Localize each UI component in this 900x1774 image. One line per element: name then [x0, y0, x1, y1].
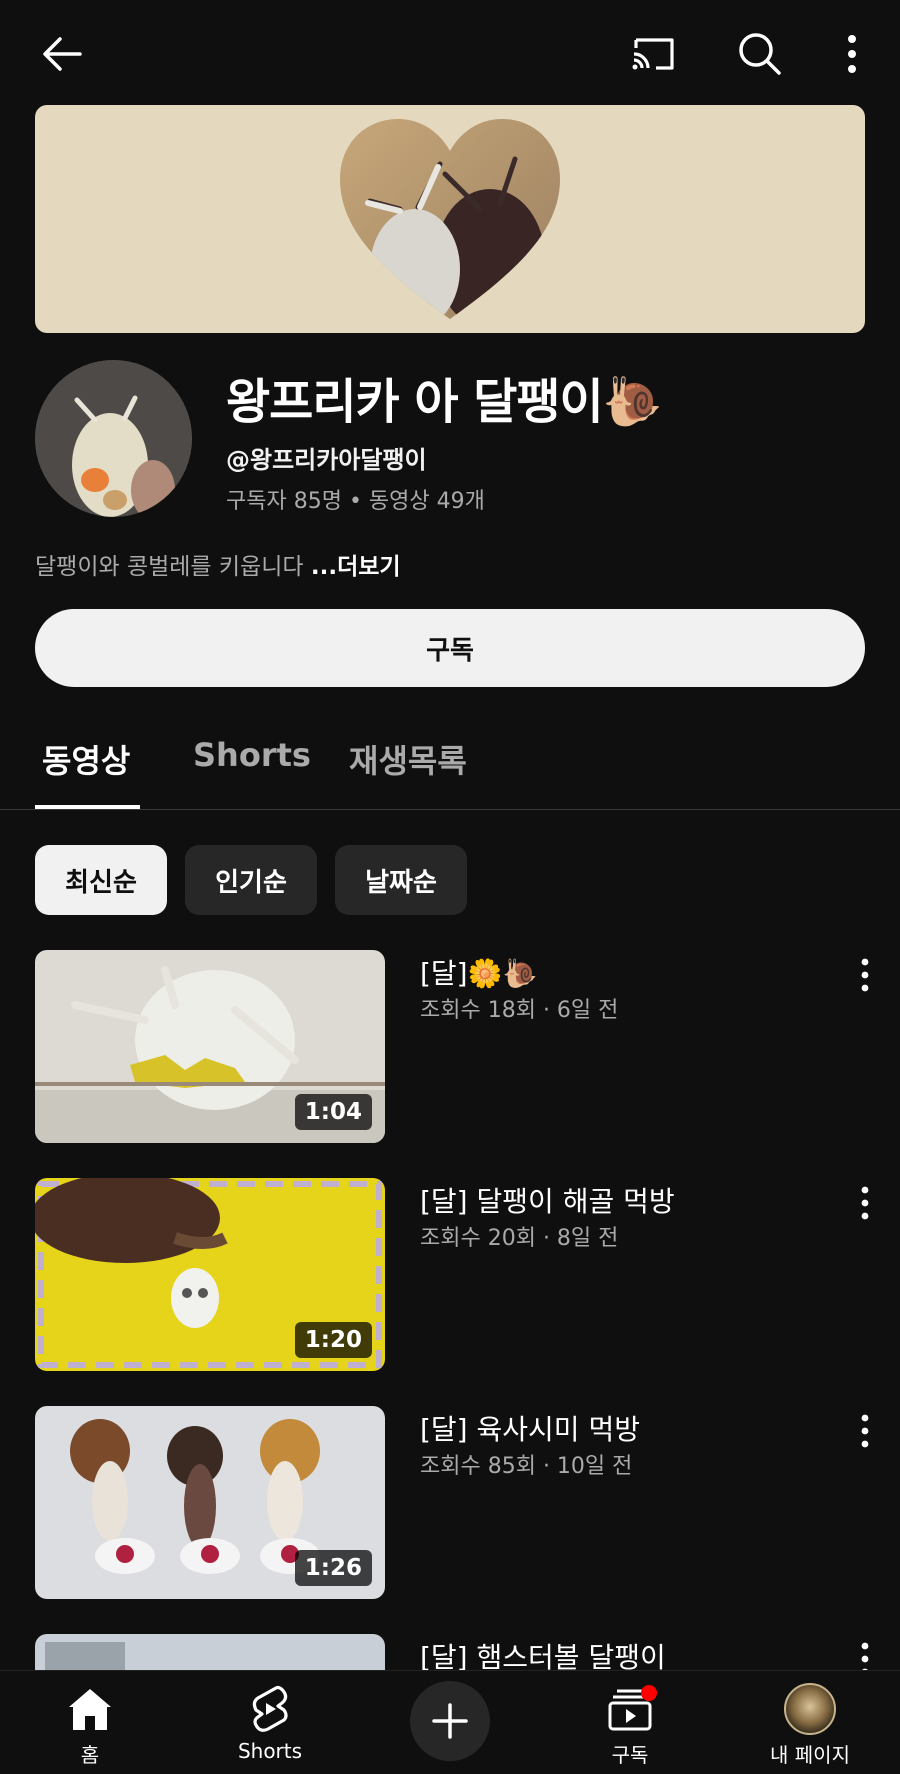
nav-home[interactable]: 홈 [20, 1671, 160, 1774]
description-text: 달팽이와 콩벌레를 키웁니다 [35, 554, 311, 580]
more-vertical-icon [861, 1186, 869, 1220]
arrow-left-icon [43, 37, 82, 71]
video-duration: 1:26 [294, 1550, 372, 1586]
search-icon [739, 33, 781, 75]
nav-shorts-label: Shorts [237, 1739, 303, 1763]
video-thumbnail[interactable]: 1:26 [35, 1406, 385, 1599]
tab-videos[interactable]: 동영상 [42, 736, 130, 782]
plus-icon [432, 1703, 468, 1739]
nav-shorts[interactable]: Shorts [200, 1671, 340, 1774]
channel-handle: @왕프리카아달팽이 [226, 446, 427, 474]
channel-stats: 구독자 85명 • 동영상 49개 [226, 489, 485, 514]
nav-subscriptions[interactable]: 구독 [560, 1671, 700, 1774]
cast-button[interactable] [622, 22, 686, 86]
video-thumbnail[interactable]: 1:20 [35, 1178, 385, 1371]
more-vertical-icon [861, 1414, 869, 1448]
more-options-button[interactable] [820, 22, 884, 86]
chip-popular[interactable]: 인기순 [185, 845, 317, 915]
video-item[interactable]: 1:04 [달]🌼🐌 조회수 18회 · 6일 전 [0, 950, 900, 1146]
nav-subscriptions-label: 구독 [611, 1743, 649, 1767]
video-item[interactable]: 1:20 [달] 달팽이 해골 먹방 조회수 20회 · 8일 전 [0, 1178, 900, 1374]
channel-title: 왕프리카 아 달팽이🐌 [226, 374, 662, 430]
more-vertical-icon [861, 958, 869, 992]
channel-tabs: 동영상 Shorts 재생목록 [0, 720, 900, 810]
tab-shorts[interactable]: Shorts [193, 736, 311, 774]
nav-my-page-label: 내 페이지 [770, 1743, 850, 1767]
video-meta: 조회수 85회 · 10일 전 [420, 1454, 633, 1479]
tab-playlists[interactable]: 재생목록 [349, 736, 467, 782]
channel-description[interactable]: 달팽이와 콩벌레를 키웁니다 ...더보기 [35, 547, 401, 581]
more-link[interactable]: ...더보기 [311, 554, 401, 580]
home-icon [69, 1689, 111, 1730]
video-item[interactable]: 1:26 [달] 육사시미 먹방 조회수 85회 · 10일 전 [0, 1406, 900, 1602]
chip-latest[interactable]: 최신순 [35, 845, 167, 915]
video-more-button[interactable] [850, 950, 880, 1000]
video-thumbnail[interactable]: 1:04 [35, 950, 385, 1143]
snail-avatar-image [35, 360, 192, 517]
search-button[interactable] [728, 22, 792, 86]
cast-icon [632, 38, 674, 70]
snail-heart-image [340, 119, 560, 319]
more-vertical-icon [848, 35, 856, 73]
notification-dot [641, 1685, 657, 1701]
create-button[interactable] [410, 1681, 490, 1761]
shorts-icon [252, 1685, 288, 1732]
video-title[interactable]: [달] 육사시미 먹방 [420, 1408, 640, 1448]
video-title[interactable]: [달] 달팽이 해골 먹방 [420, 1180, 675, 1220]
video-duration: 1:04 [294, 1094, 372, 1130]
user-avatar [784, 1683, 836, 1735]
video-more-button[interactable] [850, 1406, 880, 1456]
video-duration: 1:20 [294, 1322, 372, 1358]
top-app-bar [0, 0, 900, 104]
channel-banner [35, 105, 865, 333]
channel-avatar[interactable] [35, 360, 192, 517]
video-more-button[interactable] [850, 1178, 880, 1228]
video-title[interactable]: [달]🌼🐌 [420, 952, 537, 992]
subscribe-button[interactable]: 구독 [35, 609, 865, 687]
active-tab-indicator [35, 805, 140, 809]
nav-home-label: 홈 [80, 1743, 100, 1767]
chip-oldest[interactable]: 날짜순 [335, 845, 467, 915]
video-meta: 조회수 20회 · 8일 전 [420, 1226, 619, 1251]
back-button[interactable] [30, 22, 94, 86]
video-meta: 조회수 18회 · 6일 전 [420, 998, 619, 1023]
bottom-navigation: 홈 Shorts 구독 내 페이지 [0, 1670, 900, 1774]
nav-my-page[interactable]: 내 페이지 [740, 1671, 880, 1774]
